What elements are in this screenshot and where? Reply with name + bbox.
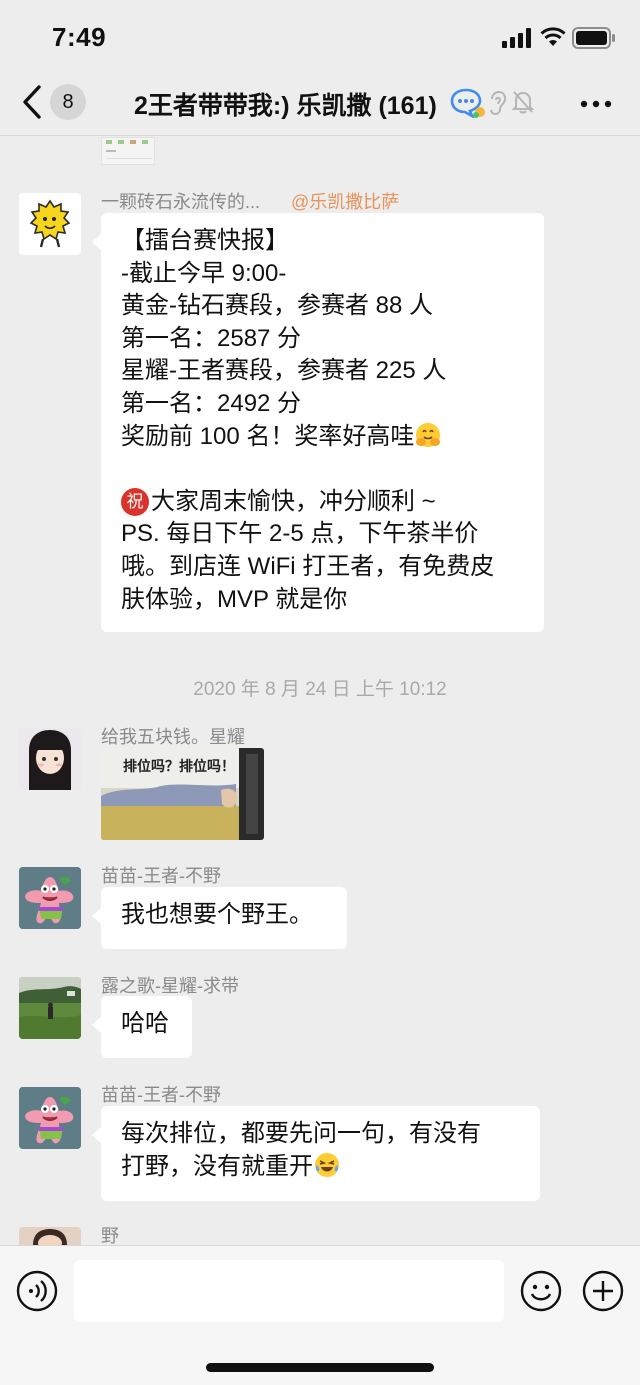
meme-caption: 排位吗？排位吗！ (123, 758, 235, 774)
message-line-text: 大家周末愉快，冲分顺利 ~ (151, 487, 436, 515)
message-input[interactable] (74, 1260, 504, 1322)
laughing-tears-emoji-icon (315, 1152, 339, 1177)
status-bar: 7:49 (0, 0, 640, 70)
patrick-star-avatar-icon (19, 1087, 81, 1149)
sender-name: 苗苗-王者-不野 (101, 866, 221, 886)
voice-input-icon[interactable] (16, 1270, 58, 1312)
message-bubble[interactable]: 我也想要个野王。 (92, 887, 347, 949)
avatar[interactable] (19, 728, 81, 790)
more-options-icon[interactable] (580, 100, 612, 108)
avatar[interactable] (19, 1087, 81, 1149)
avatar[interactable] (19, 1227, 81, 1245)
message-line: 黄金-钻石赛段，参赛者 88 人 (121, 292, 434, 320)
battery-icon (572, 27, 615, 49)
sender-name: 野 (101, 1226, 119, 1245)
message-text: 我也想要个野王。 (121, 901, 313, 928)
message-bubble[interactable]: 每次排位，都要先问一句，有没有 打野，没有就重开 (92, 1106, 540, 1201)
input-bar (0, 1245, 640, 1385)
more-functions-plus-icon[interactable] (582, 1270, 624, 1312)
message-line-text: 奖励前 100 名！奖率好高哇 (121, 422, 415, 450)
image-thumbnail-partial[interactable] (101, 137, 155, 165)
avatar[interactable] (19, 867, 81, 929)
chat-title: 2王者带带我:) 乐凯撒 (161) (134, 92, 437, 120)
person-avatar-icon (19, 1227, 81, 1245)
message-line-blank (121, 453, 524, 486)
timestamp: 2020 年 8 月 24 日 上午 10:12 (193, 679, 447, 700)
message-line-with-badge: 祝大家周末愉快，冲分顺利 ~ (121, 486, 524, 519)
patrick-star-avatar-icon (19, 867, 81, 929)
cellular-signal-icon (502, 28, 531, 48)
back-icon[interactable] (20, 84, 46, 120)
congrats-badge-icon: 祝 (121, 487, 149, 516)
message-line: 肤体验，MVP 就是你 (121, 585, 348, 613)
message-line: -截止今早 9:00- (121, 259, 287, 287)
sender-name-text: 一颗砖石永流传的... (101, 192, 261, 212)
sender-name: 给我五块钱。星耀 (101, 727, 245, 747)
mute-bell-icon (512, 91, 534, 114)
message-line: 每次排位，都要先问一句，有没有 (121, 1120, 481, 1147)
chat-bubble-icon[interactable] (450, 88, 486, 118)
hugging-face-emoji-icon (416, 422, 441, 447)
home-indicator (206, 1363, 434, 1372)
mention-tag[interactable]: @乐凯撒比萨 (291, 192, 399, 212)
message-text: 哈哈 (121, 1010, 169, 1037)
message-bubble[interactable]: 【擂台赛快报】 -截止今早 9:00- 黄金-钻石赛段，参赛者 88 人 第一名… (92, 213, 544, 632)
durian-mascot-icon (19, 193, 81, 255)
message-line: 第一名：2587 分 (121, 324, 302, 352)
thumbnail-image (106, 140, 152, 159)
unread-count-badge[interactable]: 8 (50, 84, 86, 120)
wifi-icon (540, 27, 566, 46)
message-line: 第一名：2492 分 (121, 389, 302, 417)
message-line-text: 打野，没有就重开 (121, 1152, 313, 1180)
ear-icon (490, 90, 506, 116)
sender-name: 苗苗-王者-不野 (101, 1085, 221, 1105)
emoji-picker-icon[interactable] (520, 1270, 562, 1312)
avatar[interactable] (19, 977, 81, 1039)
message-line: 【擂台赛快报】 (121, 227, 289, 254)
sender-name: 一颗砖石永流传的... @乐凯撒比萨 (101, 188, 399, 214)
message-line: 哦。到店连 WiFi 打王者，有免费皮 (121, 552, 495, 580)
sender-name: 露之歌-星耀-求带 (101, 976, 239, 996)
message-line: PS. 每日下午 2-5 点，下午茶半价 (121, 520, 479, 548)
landscape-avatar-icon (19, 977, 81, 1039)
avatar[interactable] (19, 193, 81, 255)
message-line-with-emoji: 奖励前 100 名！奖率好高哇 (121, 421, 524, 454)
anime-girl-avatar-icon (19, 728, 81, 790)
message-line: 星耀-王者赛段，参赛者 225 人 (121, 357, 447, 385)
status-time: 7:49 (52, 22, 107, 52)
message-bubble[interactable]: 哈哈 (92, 996, 192, 1058)
message-list[interactable]: 一颗砖石永流传的... @乐凯撒比萨 【擂台赛快报】 -截止今早 9:00- 黄… (0, 137, 640, 1245)
image-message[interactable]: 排位吗？排位吗！ (101, 748, 264, 840)
chat-header: 8 2王者带带我:) 乐凯撒 (161) (0, 70, 640, 136)
message-line-with-emoji: 打野，没有就重开 (121, 1151, 520, 1184)
